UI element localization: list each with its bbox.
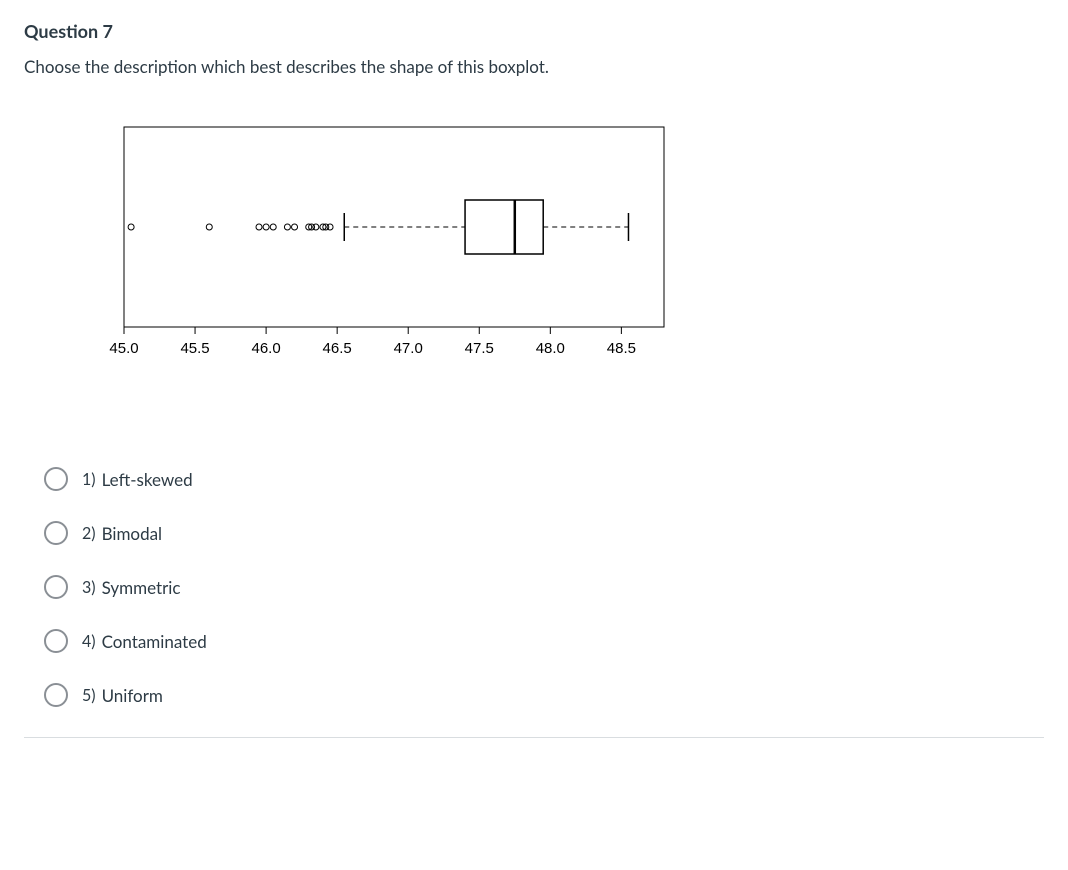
radio-1[interactable] [44, 467, 68, 491]
option-3-label: Symmetric [102, 577, 181, 598]
option-2[interactable]: 2) Bimodal [44, 521, 1044, 545]
option-5-label: Uniform [102, 685, 163, 706]
radio-2[interactable] [44, 521, 68, 545]
option-1-label: Left-skewed [102, 469, 193, 490]
svg-text:46.5: 46.5 [323, 340, 352, 357]
option-5[interactable]: 5) Uniform [44, 683, 1044, 707]
option-4-num: 4) [82, 632, 96, 651]
svg-text:48.0: 48.0 [536, 340, 565, 357]
option-2-label: Bimodal [102, 523, 163, 544]
option-2-num: 2) [82, 524, 96, 543]
question-prompt: Choose the description which best descri… [24, 56, 1044, 77]
divider [24, 737, 1044, 738]
svg-text:46.0: 46.0 [252, 340, 281, 357]
option-1-num: 1) [82, 470, 96, 489]
svg-text:47.0: 47.0 [394, 340, 423, 357]
option-3[interactable]: 3) Symmetric [44, 575, 1044, 599]
radio-4[interactable] [44, 629, 68, 653]
option-3-num: 3) [82, 578, 96, 597]
option-4-label: Contaminated [102, 631, 207, 652]
svg-text:47.5: 47.5 [465, 340, 494, 357]
svg-text:45.0: 45.0 [109, 340, 138, 357]
boxplot-svg: 45.0 45.5 46.0 46.5 47.0 47.5 48.0 48.5 [104, 117, 684, 377]
option-4[interactable]: 4) Contaminated [44, 629, 1044, 653]
option-5-num: 5) [82, 686, 96, 705]
svg-text:45.5: 45.5 [180, 340, 209, 357]
question-title: Question 7 [24, 20, 1044, 42]
option-1[interactable]: 1) Left-skewed [44, 467, 1044, 491]
radio-5[interactable] [44, 683, 68, 707]
boxplot-figure: 45.0 45.5 46.0 46.5 47.0 47.5 48.0 48.5 [104, 117, 1044, 377]
radio-3[interactable] [44, 575, 68, 599]
answer-options: 1) Left-skewed 2) Bimodal 3) Symmetric 4… [44, 467, 1044, 707]
svg-text:48.5: 48.5 [607, 340, 636, 357]
